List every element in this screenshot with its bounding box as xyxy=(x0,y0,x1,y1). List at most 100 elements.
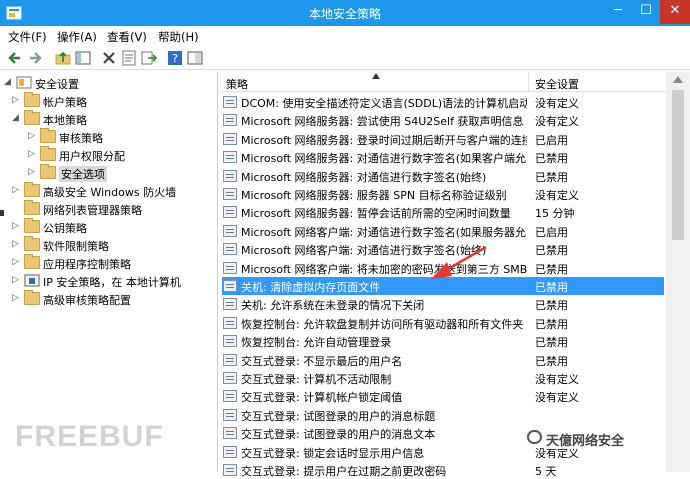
table-row[interactable]: DCOM: 使用安全描述符定义语言(SDDL)语法的计算机启动... 没有定义 xyxy=(222,93,664,111)
policy-name: 交互式登录: 试图登录的用户的消息标题 xyxy=(241,409,436,423)
delete-icon[interactable] xyxy=(100,49,118,67)
policy-name: Microsoft 网络客户端: 对通信进行数字签名(如果服务器允... xyxy=(241,225,527,239)
svg-text:?: ? xyxy=(172,52,178,65)
expand-icon[interactable]: ▷ xyxy=(12,239,22,251)
column-header-policy[interactable]: 策略 xyxy=(226,76,248,92)
menu-action[interactable]: 操作(A) xyxy=(57,29,97,45)
policy-item-icon xyxy=(223,96,237,108)
table-row[interactable]: Microsoft 网络客户端: 对通信进行数字签名(始终) 已禁用 xyxy=(222,240,664,258)
column-divider[interactable] xyxy=(528,72,529,92)
security-setting-value: 已启用 xyxy=(535,133,568,147)
policy-item-icon xyxy=(223,114,237,127)
policy-name: Microsoft 网络客户端: 将未加密的密码发送到第三方 SMB... xyxy=(241,262,527,276)
menu-bar: 文件(F) 操作(A) 查看(V) 帮助(H) xyxy=(0,26,690,46)
menu-help[interactable]: 帮助(H) xyxy=(158,29,199,45)
policy-item-icon xyxy=(223,316,237,329)
policy-item-icon xyxy=(223,335,237,348)
expand-icon[interactable]: ▷ xyxy=(28,149,38,161)
table-row[interactable]: 交互式登录: 试图登录的用户的消息标题 xyxy=(222,406,664,424)
table-row[interactable]: Microsoft 网络服务器: 服务器 SPN 目标名称验证级别 没有定义 xyxy=(222,185,664,203)
up-folder-icon[interactable] xyxy=(54,49,72,67)
policy-name: 交互式登录: 提示用户在过期之前更改密码 xyxy=(241,465,447,478)
policy-name: 交互式登录: 计算机帐户锁定阈值 xyxy=(241,391,403,405)
security-setting-value: 没有定义 xyxy=(535,373,579,386)
security-setting-value: 15 分钟 xyxy=(535,207,575,221)
expand-icon[interactable]: ▷ xyxy=(28,131,38,143)
table-row-selected[interactable]: 关机: 清除虚拟内存页面文件 已禁用 xyxy=(222,277,664,296)
sort-ascending-icon xyxy=(372,73,380,79)
folder-icon xyxy=(24,218,40,233)
security-setting-value: 没有定义 xyxy=(535,115,579,129)
maximize-button[interactable]: ☐ xyxy=(632,0,660,24)
expand-icon[interactable]: ▷ xyxy=(28,167,38,179)
table-row[interactable]: 恢复控制台: 允许软盘复制并访问所有驱动器和所有文件夹 已禁用 xyxy=(222,314,664,332)
policy-item-icon xyxy=(223,298,237,311)
policy-item-icon xyxy=(223,280,237,292)
policy-name: 交互式登录: 锁定会话时显示用户信息 xyxy=(241,446,425,460)
table-row[interactable]: 交互式登录: 不显示最后的用户名 已禁用 xyxy=(222,351,664,369)
menu-file[interactable]: 文件(F) xyxy=(8,29,47,45)
folder-icon xyxy=(24,182,40,197)
help-icon[interactable]: ? xyxy=(166,49,184,67)
scroll-up-icon[interactable] xyxy=(673,75,683,83)
security-setting-value: 已禁用 xyxy=(535,317,568,331)
folder-icon xyxy=(24,200,40,215)
tree-item-label: 软件限制策略 xyxy=(43,240,109,253)
policy-name: 交互式登录: 计算机不活动限制 xyxy=(241,373,392,386)
policy-name: 交互式登录: 不显示最后的用户名 xyxy=(241,354,403,368)
export-icon[interactable] xyxy=(140,49,158,67)
policy-item-icon xyxy=(223,427,237,440)
security-setting-value: 已启用 xyxy=(535,225,568,239)
policy-name: Microsoft 网络服务器: 登录时间过期后断开与客户端的连接 xyxy=(241,133,527,147)
column-header-setting[interactable]: 安全设置 xyxy=(535,76,579,92)
policy-name: Microsoft 网络服务器: 暂停会话前所需的空闲时间数量 xyxy=(241,207,511,221)
collapse-icon[interactable]: ◢ xyxy=(4,77,14,89)
table-row[interactable]: Microsoft 网络客户端: 对通信进行数字签名(如果服务器允... 已启用 xyxy=(222,222,664,240)
table-row[interactable]: 交互式登录: 计算机帐户锁定阈值 没有定义 xyxy=(222,387,664,405)
minimize-button[interactable]: ─ xyxy=(604,0,632,24)
table-row[interactable]: 交互式登录: 计算机不活动限制 没有定义 xyxy=(222,369,664,387)
table-row[interactable]: Microsoft 网络服务器: 对通信进行数字签名(如果客户端允... 已禁用 xyxy=(222,148,664,166)
view-icon[interactable] xyxy=(186,49,204,67)
security-setting-value: 没有定义 xyxy=(535,189,579,202)
table-row[interactable]: 关机: 允许系统在未登录的情况下关闭 已禁用 xyxy=(222,295,664,313)
table-row[interactable]: Microsoft 网络客户端: 将未加密的密码发送到第三方 SMB... 已禁用 xyxy=(222,259,664,277)
navigation-tree: ◢ 安全设置 ▷ 帐户策略 ◢ 本地策略 ▷ 审核策略 ▷ 用户权限分配 ▷ 安… xyxy=(0,72,218,472)
policy-item-icon xyxy=(223,151,237,164)
table-row[interactable]: 交互式登录: 提示用户在过期之前更改密码 5 天 xyxy=(222,461,664,479)
ip-security-icon xyxy=(24,274,40,287)
policy-name: Microsoft 网络客户端: 对通信进行数字签名(始终) xyxy=(241,244,487,258)
security-setting-value: 没有定义 xyxy=(535,97,579,110)
policy-name: Microsoft 网络服务器: 尝试使用 S4U2Self 获取声明信息 xyxy=(241,115,524,129)
expand-icon[interactable]: ▷ xyxy=(12,185,22,197)
close-button[interactable]: ✕ xyxy=(660,0,690,24)
scroll-thumb[interactable] xyxy=(672,90,684,240)
watermark-right: 天億网络安全 xyxy=(546,430,625,449)
show-tree-icon[interactable] xyxy=(74,49,92,67)
folder-lock-icon xyxy=(40,146,56,161)
menu-view[interactable]: 查看(V) xyxy=(107,29,147,45)
table-row[interactable]: Microsoft 网络服务器: 尝试使用 S4U2Self 获取声明信息 没有定… xyxy=(222,111,664,129)
table-row[interactable]: Microsoft 网络服务器: 登录时间过期后断开与客户端的连接 已启用 xyxy=(222,130,664,148)
forward-icon[interactable] xyxy=(26,49,44,67)
expand-icon[interactable]: ▷ xyxy=(12,293,22,305)
folder-icon xyxy=(24,254,40,269)
table-row[interactable]: 恢复控制台: 允许自动管理登录 已禁用 xyxy=(222,332,664,350)
expand-icon[interactable]: ▷ xyxy=(12,275,22,287)
policy-list: 策略 安全设置 DCOM: 使用安全描述符定义语言(SDDL)语法的计算机启动.… xyxy=(222,72,690,478)
vertical-scrollbar[interactable] xyxy=(666,72,690,472)
policy-item-icon xyxy=(223,132,237,145)
properties-icon[interactable] xyxy=(120,49,138,67)
security-setting-value: 已禁用 xyxy=(535,262,568,276)
expand-icon[interactable]: ▷ xyxy=(12,221,22,233)
collapse-icon[interactable]: ◢ xyxy=(12,113,22,125)
policy-item-icon xyxy=(223,188,237,200)
policy-name: 关机: 清除虚拟内存页面文件 xyxy=(241,281,381,294)
expand-icon[interactable]: ▷ xyxy=(12,95,22,107)
back-icon[interactable] xyxy=(6,49,24,67)
table-row[interactable]: Microsoft 网络服务器: 暂停会话前所需的空闲时间数量 15 分钟 xyxy=(222,203,664,221)
expand-icon[interactable]: ▷ xyxy=(12,257,22,269)
tree-item-label: 网络列表管理器策略 xyxy=(43,204,142,217)
expand-icon[interactable] xyxy=(12,203,22,215)
table-row[interactable]: Microsoft 网络服务器: 对通信进行数字签名(始终) 已禁用 xyxy=(222,167,664,185)
